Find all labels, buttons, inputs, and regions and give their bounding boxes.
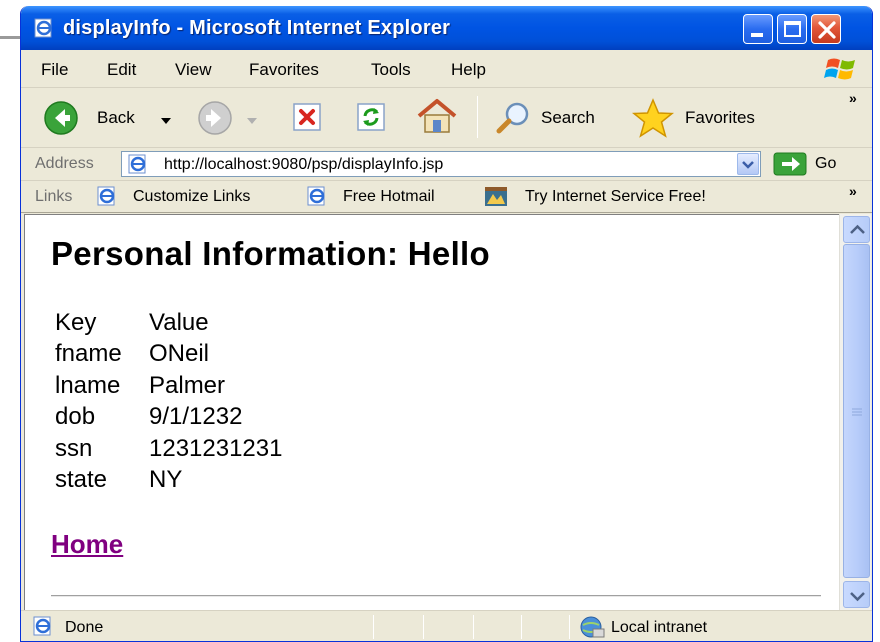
scroll-up-button[interactable] bbox=[843, 216, 870, 243]
status-zone: Local intranet bbox=[611, 619, 708, 636]
forward-dropdown-icon[interactable] bbox=[247, 112, 257, 130]
menu-favorites[interactable]: Favorites bbox=[249, 60, 319, 80]
table-cell-value: Palmer bbox=[149, 371, 226, 399]
ie-page-icon bbox=[31, 616, 55, 641]
table-header-row: Key Value bbox=[51, 307, 286, 339]
page-content: Personal Information: Hello Key Value fn… bbox=[24, 214, 839, 610]
table-cell-value: ONeil bbox=[149, 340, 210, 368]
browser-window: displayInfo - Microsoft Internet Explore… bbox=[20, 6, 873, 642]
scroll-down-button[interactable] bbox=[843, 581, 870, 608]
link-try-internet-service[interactable]: Try Internet Service Free! bbox=[525, 188, 706, 206]
table-row: state NY bbox=[51, 465, 286, 497]
search-icon[interactable] bbox=[495, 100, 533, 141]
menu-bar: File Edit View Favorites Tools Help bbox=[21, 50, 872, 88]
refresh-icon[interactable] bbox=[355, 100, 389, 139]
links-bar: Links Customize Links Free Hotmail Try I… bbox=[21, 181, 872, 213]
msn-icon bbox=[483, 186, 507, 206]
forward-arrow-icon[interactable] bbox=[197, 100, 233, 141]
vertical-scrollbar[interactable] bbox=[839, 214, 871, 610]
windows-logo-icon bbox=[824, 55, 858, 83]
address-label: Address bbox=[35, 155, 94, 172]
table-cell-value: 9/1/1232 bbox=[149, 403, 243, 431]
toolbar-separator bbox=[477, 96, 478, 138]
status-bar: Done Local intranet bbox=[21, 610, 872, 641]
table-cell-key: ssn bbox=[55, 434, 93, 462]
status-text: Done bbox=[65, 619, 104, 636]
standard-toolbar: Back Search Favorites » bbox=[21, 88, 872, 148]
local-intranet-icon bbox=[577, 615, 605, 641]
toolbar-chevron[interactable]: » bbox=[849, 90, 857, 106]
search-button[interactable]: Search bbox=[541, 108, 595, 128]
menu-file[interactable]: File bbox=[41, 60, 68, 80]
table-cell-key: dob bbox=[55, 403, 96, 431]
favorites-star-icon[interactable] bbox=[631, 98, 675, 143]
table-row: ssn 1231231231 bbox=[51, 433, 286, 465]
maximize-icon bbox=[784, 21, 801, 37]
home-link[interactable]: Home bbox=[51, 529, 123, 560]
menu-view[interactable]: View bbox=[175, 60, 212, 80]
status-divider bbox=[473, 615, 474, 639]
table-cell-key: state bbox=[55, 466, 108, 494]
title-bar[interactable]: displayInfo - Microsoft Internet Explore… bbox=[21, 6, 872, 50]
page-title: Personal Information: Hello bbox=[51, 235, 490, 272]
grip-icon bbox=[852, 403, 862, 416]
back-arrow-icon[interactable] bbox=[43, 100, 79, 141]
ie-page-icon bbox=[33, 18, 55, 38]
table-cell-value: NY bbox=[149, 466, 183, 494]
table-cell-value: 1231231231 bbox=[149, 434, 283, 462]
horizontal-rule bbox=[51, 595, 821, 597]
status-divider bbox=[373, 615, 374, 639]
link-customize-links[interactable]: Customize Links bbox=[133, 188, 250, 206]
status-divider bbox=[569, 615, 570, 639]
table-row: dob 9/1/1232 bbox=[51, 402, 286, 434]
table-row: lname Palmer bbox=[51, 370, 286, 402]
close-icon bbox=[812, 15, 842, 45]
address-input[interactable]: http://localhost:9080/psp/displayInfo.js… bbox=[121, 151, 761, 177]
scroll-thumb[interactable] bbox=[843, 244, 870, 578]
links-chevron[interactable]: » bbox=[849, 183, 857, 199]
status-divider bbox=[521, 615, 522, 639]
minimize-button[interactable] bbox=[743, 14, 773, 44]
address-bar: Address http://localhost:9080/psp/displa… bbox=[21, 148, 872, 181]
menu-edit[interactable]: Edit bbox=[107, 60, 136, 80]
home-icon[interactable] bbox=[415, 96, 459, 141]
table-cell-key: lname bbox=[55, 371, 121, 399]
back-button[interactable]: Back bbox=[97, 108, 135, 128]
info-table: Key Value fname ONeil lname Palmer dob 9… bbox=[51, 307, 286, 496]
maximize-button[interactable] bbox=[777, 14, 807, 44]
address-dropdown-button[interactable] bbox=[737, 153, 759, 175]
ie-page-icon bbox=[305, 186, 329, 206]
go-button[interactable]: Go bbox=[815, 155, 836, 173]
close-button[interactable] bbox=[811, 14, 841, 44]
menu-help[interactable]: Help bbox=[451, 60, 486, 80]
address-url: http://localhost:9080/psp/displayInfo.js… bbox=[164, 156, 444, 173]
favorites-button[interactable]: Favorites bbox=[685, 108, 755, 128]
back-dropdown-icon[interactable] bbox=[161, 112, 171, 130]
stop-icon[interactable] bbox=[291, 100, 325, 139]
ie-page-icon bbox=[95, 186, 119, 206]
go-arrow-icon[interactable] bbox=[773, 152, 807, 176]
table-cell-key: fname bbox=[55, 340, 122, 368]
table-header-value: Value bbox=[149, 308, 209, 336]
ie-page-icon bbox=[126, 154, 150, 174]
window-title: displayInfo - Microsoft Internet Explore… bbox=[63, 17, 451, 39]
minimize-icon bbox=[751, 33, 763, 37]
link-free-hotmail[interactable]: Free Hotmail bbox=[343, 188, 435, 206]
table-header-key: Key bbox=[55, 308, 97, 336]
links-label: Links bbox=[35, 188, 73, 205]
menu-tools[interactable]: Tools bbox=[371, 60, 411, 80]
status-divider bbox=[423, 615, 424, 639]
table-row: fname ONeil bbox=[51, 339, 286, 371]
